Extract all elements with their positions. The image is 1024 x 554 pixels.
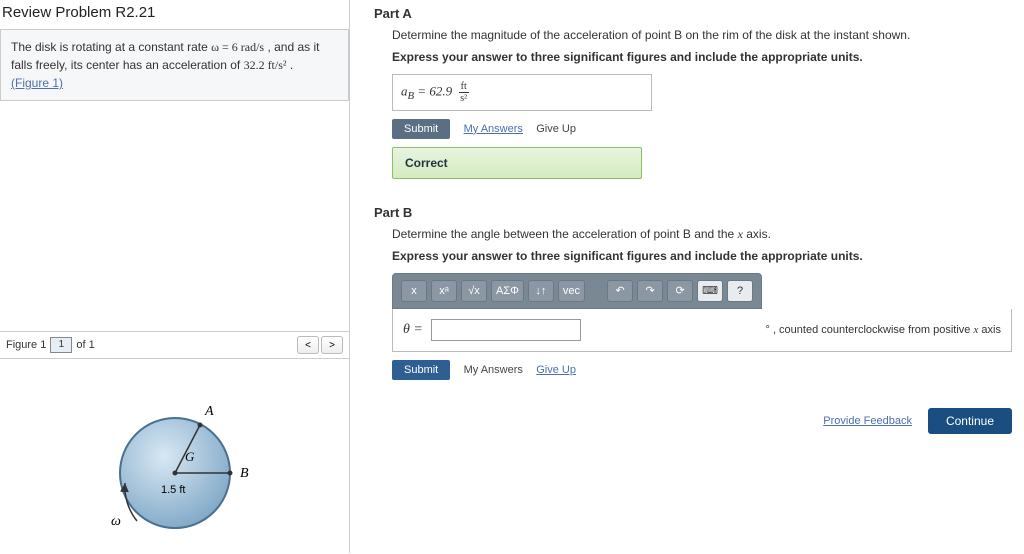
- label-B: B: [240, 466, 249, 481]
- part-a: Part A Determine the magnitude of the ac…: [374, 6, 1012, 179]
- continue-button[interactable]: Continue: [928, 408, 1012, 434]
- part-b-submit-button[interactable]: Submit: [392, 360, 450, 380]
- tool-help-icon[interactable]: ?: [727, 280, 753, 302]
- theta-input[interactable]: [431, 319, 581, 341]
- part-b-giveup-link[interactable]: Give Up: [536, 364, 576, 376]
- provide-feedback-link[interactable]: Provide Feedback: [823, 415, 912, 427]
- part-a-instr: Express your answer to three significant…: [392, 50, 1012, 64]
- part-a-head: Part A: [374, 6, 1012, 21]
- figure-selector[interactable]: 1: [50, 337, 72, 353]
- tool-superscript-icon[interactable]: xᵃ: [431, 280, 457, 302]
- problem-text-1: The disk is rotating at a constant rate: [11, 40, 211, 54]
- tool-undo-icon[interactable]: ↶: [607, 280, 633, 302]
- part-b-desc: Determine the angle between the accelera…: [392, 226, 1012, 243]
- omega-label: ω: [111, 514, 121, 529]
- tool-redo-icon[interactable]: ↷: [637, 280, 663, 302]
- part-a-submit-button[interactable]: Submit: [392, 119, 450, 139]
- part-b: Part B Determine the angle between the a…: [374, 205, 1012, 380]
- part-b-input-row: θ = ° , counted counterclockwise from po…: [392, 309, 1012, 352]
- tool-keyboard-icon[interactable]: ⌨: [697, 280, 723, 302]
- problem-text-3: .: [290, 58, 293, 72]
- correct-feedback: Correct: [392, 147, 642, 179]
- figure-prev-button[interactable]: <: [297, 336, 319, 354]
- tool-subsuper-icon[interactable]: ↓↑: [528, 280, 554, 302]
- part-a-myanswers-link[interactable]: My Answers: [464, 123, 523, 135]
- part-b-myanswers-link[interactable]: My Answers: [464, 364, 523, 376]
- radius-label: 1.5 ft: [161, 484, 185, 496]
- units-top: ft: [459, 81, 469, 93]
- omega-value: ω = 6 rad/s: [211, 40, 264, 54]
- separator-icon: [589, 280, 603, 302]
- unit-note: ° , counted counterclockwise from positi…: [765, 324, 1001, 336]
- figure-bar: Figure 1 1 of 1 < >: [0, 331, 349, 359]
- footer-row: Provide Feedback Continue: [374, 408, 1012, 434]
- problem-statement: The disk is rotating at a constant rate …: [0, 29, 349, 101]
- part-b-instr: Express your answer to three significant…: [392, 249, 1012, 263]
- tool-greek-icon[interactable]: ΑΣΦ: [491, 280, 524, 302]
- figure-of-text: of 1: [76, 339, 94, 351]
- part-b-head: Part B: [374, 205, 1012, 220]
- label-G: G: [185, 449, 195, 464]
- part-a-desc: Determine the magnitude of the accelerat…: [392, 27, 1012, 44]
- tool-sqrt-icon[interactable]: √x: [461, 280, 487, 302]
- figure-label: Figure 1: [6, 339, 46, 351]
- tool-reset-icon[interactable]: ⟳: [667, 280, 693, 302]
- equation-toolbar: x xᵃ √x ΑΣΦ ↓↑ vec ↶ ↷ ⟳ ⌨ ?: [392, 273, 762, 309]
- answer-value: 62.9: [429, 83, 452, 98]
- figure-next-button[interactable]: >: [321, 336, 343, 354]
- page-title: Review Problem R2.21: [0, 0, 349, 29]
- figure-area: A B G 1.5 ft ω: [0, 359, 349, 553]
- answer-eq: =: [414, 83, 429, 98]
- part-a-answer: aB = 62.9 ft s²: [392, 74, 652, 111]
- disk-figure: A B G 1.5 ft ω: [65, 373, 285, 553]
- tool-box-icon[interactable]: x: [401, 280, 427, 302]
- units-bot: s²: [459, 93, 469, 104]
- tool-vec-icon[interactable]: vec: [558, 280, 585, 302]
- label-A: A: [204, 404, 214, 419]
- center-accel: 32.2 ft/s²: [244, 58, 287, 72]
- figure-link[interactable]: (Figure 1): [11, 76, 63, 90]
- theta-label: θ =: [403, 322, 423, 338]
- part-a-giveup-link[interactable]: Give Up: [536, 123, 576, 135]
